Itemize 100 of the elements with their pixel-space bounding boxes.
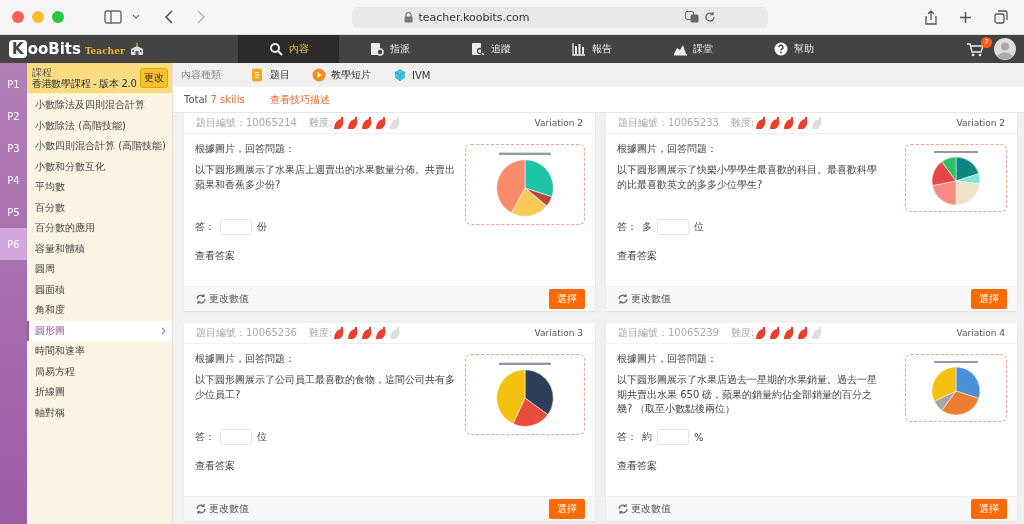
document-search-icon: [470, 42, 485, 56]
answer-field[interactable]: [657, 429, 689, 445]
answer-unit: 位: [694, 220, 704, 234]
topic-item[interactable]: 小數除法 (高階技能): [27, 115, 172, 136]
refresh-icon: [617, 503, 629, 515]
answer-prefix: 多: [642, 220, 652, 234]
topic-item[interactable]: 簡易方程: [27, 361, 172, 382]
course-caption: 課程: [32, 66, 53, 78]
search-icon: [268, 42, 283, 56]
nav-tab[interactable]: 報告: [541, 35, 642, 63]
lock-icon: [404, 11, 414, 23]
topic-item[interactable]: 軸對稱: [27, 402, 172, 423]
cart-icon[interactable]: [966, 41, 984, 57]
translate-icon[interactable]: [684, 11, 699, 23]
topic-item[interactable]: 小數和分數互化: [27, 156, 172, 177]
new-tab-icon[interactable]: [959, 10, 972, 24]
answer-field[interactable]: [220, 429, 252, 445]
refresh-icon: [195, 503, 207, 515]
topic-item[interactable]: 百分數: [27, 197, 172, 218]
logo-subtitle: Teacher: [84, 46, 125, 56]
chevron-down-icon[interactable]: [132, 14, 140, 20]
chevron-right-icon: [161, 326, 166, 335]
back-icon[interactable]: [164, 10, 174, 24]
question-text: 以下圓形圖展示了快樂小學學生最喜歡的科目。最喜歡科學的比最喜歡英文的多多少位學生?: [617, 163, 878, 192]
question-text: 以下圓形圖展示了水果店過去一星期的水果銷量。過去一星期共賣出水果 650 磅，蘋果的銷量約佔全部銷量的百分之幾? （取至小數點後兩位）: [617, 373, 878, 416]
question-prompt: 根據圖片，回答問題：: [617, 352, 718, 366]
answer-unit: 份: [257, 220, 267, 234]
variation-label: Variation 2: [956, 118, 1005, 128]
show-answer-link[interactable]: 查看答案: [617, 459, 897, 473]
answer-label: 答：: [617, 430, 637, 444]
difficulty-label: 難度:: [730, 116, 755, 130]
question-text: 以下圓形圖展示了公司員工最喜歡的食物，這間公司共有多少位員工?: [195, 373, 456, 402]
topic-item[interactable]: 折線圖: [27, 382, 172, 403]
nav-tab[interactable]: 追蹤: [440, 35, 541, 63]
content-type-tab[interactable]: 題目: [251, 68, 290, 82]
topic-item[interactable]: 小數四則混合計算 (高階技能): [27, 136, 172, 157]
total-skills: Total 7 skills: [184, 94, 245, 105]
question-id: 題目編號：10065239: [618, 326, 719, 340]
tabs-overview-icon[interactable]: [994, 10, 1008, 24]
topic-item[interactable]: 小數除法及四則混合計算: [27, 95, 172, 116]
change-values-button[interactable]: 更改數值: [195, 502, 249, 516]
address-bar[interactable]: teacher.koobits.com: [352, 6, 768, 28]
answer-label: 答：: [617, 220, 637, 234]
question-prompt: 根據圖片，回答問題：: [617, 142, 718, 156]
show-answer-link[interactable]: 查看答案: [195, 459, 457, 473]
change-button[interactable]: 更改: [140, 68, 168, 88]
topic-item[interactable]: 圓周: [27, 259, 172, 280]
question-id: 題目編號：10065214: [196, 116, 297, 130]
content-type-tab[interactable]: IVM: [393, 68, 431, 82]
grade-tab[interactable]: P4: [0, 164, 27, 196]
course-name: 香港數學課程 - 版本 2.0: [32, 77, 137, 90]
question-prompt: 根據圖片，回答問題：: [195, 352, 296, 366]
filter-caption: 內容種類: [181, 68, 221, 82]
answer-prefix: 約: [642, 430, 652, 444]
variation-label: Variation 4: [956, 328, 1005, 338]
document-icon: [369, 42, 384, 56]
url-text: teacher.koobits.com: [418, 10, 530, 24]
topic-item[interactable]: 平均數: [27, 177, 172, 198]
variation-label: Variation 3: [534, 328, 583, 338]
share-icon[interactable]: [925, 9, 937, 25]
question-prompt: 根據圖片，回答問題：: [195, 142, 296, 156]
cube-icon: [393, 68, 407, 82]
nav-tab[interactable]: 幫助: [743, 35, 844, 63]
grade-tab[interactable]: P5: [0, 196, 27, 228]
sidebar-icon[interactable]: [104, 10, 122, 24]
school-icon: [128, 42, 145, 56]
answer-field[interactable]: [220, 219, 252, 235]
answer-label: 答：: [195, 430, 215, 444]
answer-unit: %: [694, 431, 704, 443]
reload-icon[interactable]: [703, 11, 716, 23]
answer-field[interactable]: [657, 219, 689, 235]
refresh-icon: [195, 293, 207, 305]
question-id: 題目編號：10065236: [196, 326, 297, 340]
help-icon: [773, 42, 788, 56]
change-values-button[interactable]: 更改數值: [195, 292, 249, 306]
topic-item[interactable]: 百分數的應用: [27, 218, 172, 239]
nav-tab[interactable]: 指派: [339, 35, 440, 63]
question-id: 題目編號：10065233: [618, 116, 719, 130]
topic-item[interactable]: 圓形圖: [27, 320, 172, 341]
refresh-icon: [617, 293, 629, 305]
topic-item[interactable]: 容量和體積: [27, 238, 172, 259]
close-window-icon[interactable]: [12, 11, 24, 23]
avatar[interactable]: [994, 38, 1016, 60]
change-values-button[interactable]: 更改數值: [617, 502, 671, 516]
change-values-button[interactable]: 更改數值: [617, 292, 671, 306]
topic-item[interactable]: 圓面積: [27, 279, 172, 300]
nav-tab[interactable]: 內容: [238, 35, 339, 63]
answer-unit: 位: [257, 430, 267, 444]
topic-item[interactable]: 角和度: [27, 300, 172, 321]
answer-label: 答：: [195, 220, 215, 234]
difficulty-label: 難度:: [730, 326, 755, 340]
variation-label: Variation 2: [534, 118, 583, 128]
content-type-tab[interactable]: 教學短片: [312, 68, 371, 82]
bar-chart-icon: [571, 42, 586, 56]
question-text: 以下圓形圖展示了水果店上週賣出的水果數量分佈。共賣出蘋果和香蕉多少份?: [195, 163, 456, 192]
show-answer-link[interactable]: 查看答案: [617, 249, 897, 263]
difficulty-label: 難度:: [308, 116, 333, 130]
nav-tab[interactable]: 課堂: [642, 35, 743, 63]
show-answer-link[interactable]: 查看答案: [195, 249, 457, 263]
topic-item[interactable]: 時間和速率: [27, 341, 172, 362]
